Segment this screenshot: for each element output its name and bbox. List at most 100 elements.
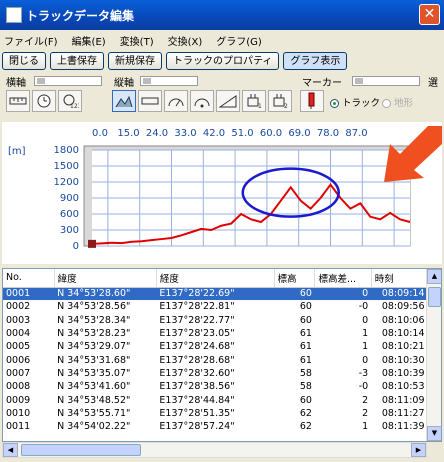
scroll-down-icon[interactable]: ▼: [427, 426, 441, 441]
menu-exchange[interactable]: 交換(X): [168, 33, 203, 48]
arrow-annotation: [384, 126, 442, 182]
table-cell: E137°28'32.60": [159, 367, 235, 379]
overwrite-save-button[interactable]: 上書保存: [50, 52, 104, 70]
table-cell: N 34°53'28.60": [54, 287, 157, 301]
table-cell: 0010: [6, 407, 31, 419]
table-row[interactable]: 0011 N 34°54'02.22" E137°28'57.24" 62 1 08:11…: [3, 420, 428, 433]
elevation-icon[interactable]: [112, 90, 136, 112]
scroll-up-icon[interactable]: ▲: [427, 269, 441, 284]
column-header[interactable]: 標高: [274, 269, 316, 288]
speedometer-icon[interactable]: [164, 90, 188, 112]
table-row[interactable]: 0007 N 34°53'35.07" E137°28'32.60" 58 -3 08:1…: [3, 367, 428, 380]
table-row[interactable]: 0008 N 34°53'41.60" E137°28'38.56" 58 -0 08:1…: [3, 380, 428, 393]
table-cell: 08:11:39: [381, 421, 425, 433]
x-tick-label: 78.0: [317, 128, 339, 139]
scroll-right-icon[interactable]: ▶: [411, 443, 426, 457]
x-tick-label: 51.0: [231, 128, 253, 139]
table-cell: 1: [362, 328, 369, 340]
column-header[interactable]: 経度: [156, 269, 275, 288]
table-cell: 08:10:14: [381, 328, 425, 340]
table-cell: 2: [362, 407, 369, 419]
radio-track-indicator[interactable]: [330, 99, 339, 108]
button-row: 閉じる 上書保存 新規保存 トラックのプロパティ グラフ表示: [2, 52, 348, 70]
svg-text:123: 123: [70, 103, 79, 109]
menu-convert[interactable]: 変換(T): [120, 33, 154, 48]
table-cell: N 34°54'02.22": [57, 421, 131, 433]
menu-graph[interactable]: グラフ(G): [216, 33, 262, 48]
graph-display-button[interactable]: グラフ表示: [283, 52, 348, 70]
vertical-axis-slider[interactable]: [140, 76, 198, 86]
y-tick-label: 1200: [54, 177, 79, 188]
close-window-button[interactable]: 閉じる: [2, 52, 46, 70]
table-cell: N 34°53'28.23": [57, 328, 131, 340]
table-cell: -3: [358, 367, 369, 379]
ruler-icon[interactable]: [6, 90, 30, 112]
marker-pin-icon[interactable]: [300, 90, 324, 112]
table-cell: 08:10:53: [381, 381, 425, 393]
radio-terrain[interactable]: 地形: [382, 95, 413, 109]
table-cell: 08:10:30: [381, 354, 425, 366]
count-icon[interactable]: 123: [58, 90, 82, 112]
menu-edit[interactable]: 編集(E): [72, 33, 106, 48]
table-row[interactable]: 0004 N 34°53'28.23" E137°28'23.05" 61 1 08:10…: [3, 327, 428, 340]
marker-slider[interactable]: [352, 76, 420, 86]
column-header[interactable]: 標高差...: [314, 269, 372, 288]
table-cell: 60: [299, 301, 312, 313]
horizontal-axis-slider[interactable]: [34, 76, 102, 86]
table-row[interactable]: 0005 N 34°53'29.07" E137°28'24.68" 61 1 08:10…: [3, 340, 428, 353]
close-button[interactable]: ✕: [419, 4, 440, 25]
y-tick-label: 900: [60, 193, 79, 204]
table-cell: 1: [362, 421, 369, 433]
distance-icon[interactable]: [138, 90, 162, 112]
table-cell: 61: [299, 341, 312, 353]
scroll-thumb[interactable]: [428, 287, 441, 307]
table-row[interactable]: 0010 N 34°53'55.71" E137°28'51.35" 62 2 08:11…: [3, 407, 428, 420]
clock-icon[interactable]: [32, 90, 56, 112]
table-cell: E137°28'22.81": [159, 301, 235, 313]
table-row[interactable]: 0001 N 34°53'28.60" E137°28'22.69" 60 0 08:09…: [3, 287, 428, 301]
table-cell: E137°28'24.68": [159, 341, 235, 353]
table-cell: 0002: [6, 301, 31, 313]
svg-text:2: 2: [284, 103, 288, 109]
menu-file[interactable]: ファイル(F): [4, 33, 58, 48]
scroll-left-icon[interactable]: ◀: [3, 443, 18, 457]
table-cell: 0: [314, 287, 372, 301]
radio-track[interactable]: トラック: [330, 95, 380, 109]
hscroll-thumb[interactable]: [21, 444, 141, 456]
table-row[interactable]: 0003 N 34°53'28.34" E137°28'22.77" 60 0 08:10…: [3, 314, 428, 327]
table-cell: 0006: [6, 354, 31, 366]
column-header[interactable]: 時刻: [371, 269, 429, 288]
radio-terrain-indicator[interactable]: [382, 99, 391, 108]
new-save-button[interactable]: 新規保存: [108, 52, 162, 70]
table-cell: 08:09:14: [371, 287, 428, 301]
slope-icon[interactable]: [216, 90, 240, 112]
table-row[interactable]: 0009 N 34°53'48.52" E137°28'44.84" 60 2 08:11…: [3, 393, 428, 406]
track-properties-button[interactable]: トラックのプロパティ: [166, 52, 280, 70]
table-row[interactable]: 0006 N 34°53'31.68" E137°28'28.68" 61 0 08:10…: [3, 353, 428, 366]
x-tick-label: 15.0: [117, 128, 139, 139]
table-row[interactable]: 0002 N 34°53'28.56" E137°28'22.81" 60 -0 08:0…: [3, 300, 428, 313]
table-cell: E137°28'51.35": [159, 407, 235, 419]
table-cell: N 34°53'35.07": [57, 367, 131, 379]
table-cell: 0009: [6, 394, 31, 406]
y-tick-label: 0: [73, 241, 79, 252]
table-cell: -0: [358, 301, 369, 313]
table-cell: N 34°53'55.71": [57, 407, 131, 419]
y-tick-label: 1500: [54, 161, 79, 172]
table-cell: E137°28'23.05": [159, 328, 235, 340]
gauge-icon[interactable]: [190, 90, 214, 112]
horizontal-scrollbar[interactable]: ◀ ▶: [2, 442, 427, 458]
plug2-icon[interactable]: 2: [268, 90, 292, 112]
table-cell: 08:10:39: [381, 367, 425, 379]
table-cell: 0004: [6, 328, 31, 340]
vertical-scrollbar[interactable]: ▲ ▼: [426, 269, 441, 441]
table-cell: 0001: [3, 287, 55, 301]
table-cell: E137°28'44.84": [159, 394, 235, 406]
column-header[interactable]: No.: [3, 269, 55, 288]
plug1-icon[interactable]: 1: [242, 90, 266, 112]
table-cell: 08:11:09: [381, 394, 425, 406]
y-tick-label: 600: [60, 209, 79, 220]
column-header[interactable]: 緯度: [54, 269, 157, 288]
marker-label: マーカー: [302, 78, 342, 89]
table-cell: 08:09:56: [381, 301, 425, 313]
